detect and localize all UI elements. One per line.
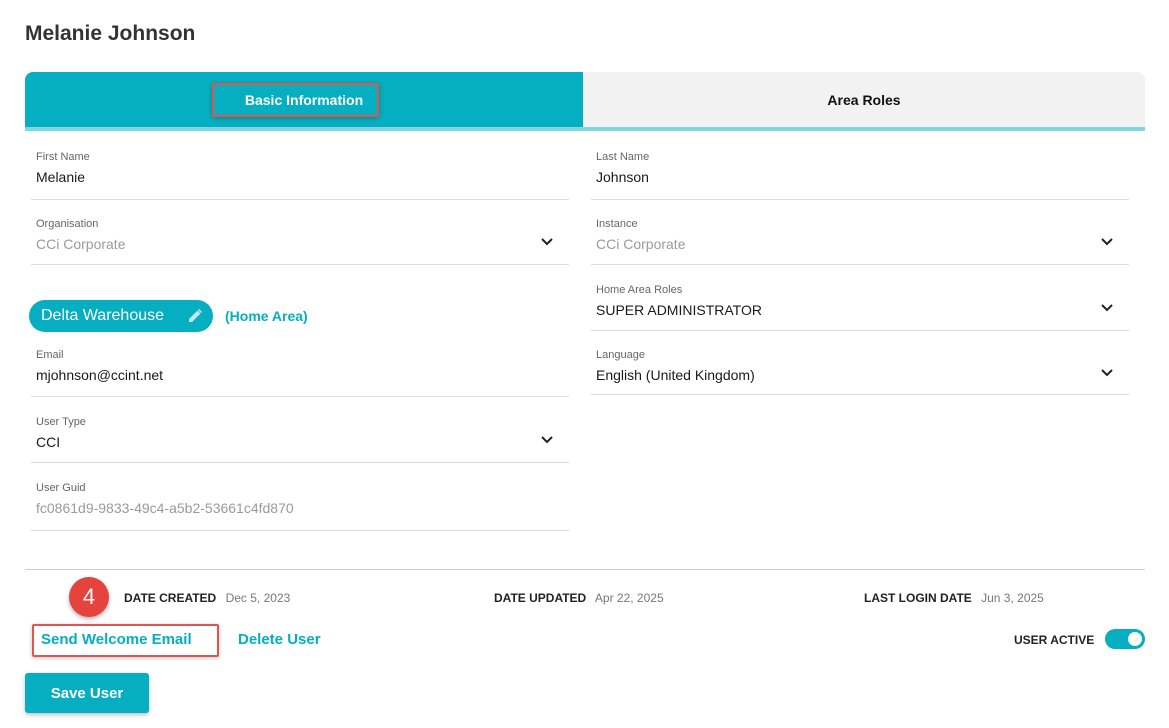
- section-divider: [25, 569, 1145, 570]
- organisation-select[interactable]: Organisation CCi Corporate: [31, 218, 569, 265]
- email-field[interactable]: Email mjohnson@ccint.net: [31, 349, 569, 397]
- language-label: Language: [596, 349, 645, 361]
- chevron-down-icon: [1101, 369, 1113, 379]
- email-value: mjohnson@ccint.net: [36, 367, 164, 383]
- organisation-label: Organisation: [36, 218, 99, 230]
- user-type-select[interactable]: User Type CCI: [31, 416, 569, 463]
- date-updated: DATE UPDATED Apr 22, 2025: [494, 591, 664, 605]
- last-name-field[interactable]: Last Name Johnson: [591, 151, 1129, 200]
- user-active-label: USER ACTIVE: [1014, 633, 1095, 647]
- send-welcome-email-button[interactable]: Send Welcome Email: [41, 631, 192, 648]
- tab-bar: Basic Information Area Roles: [25, 72, 1145, 131]
- home-area-label: (Home Area): [225, 308, 308, 324]
- save-user-button[interactable]: Save User: [25, 673, 149, 713]
- page-title: Melanie Johnson: [25, 22, 196, 45]
- user-type-label: User Type: [36, 416, 86, 428]
- chevron-down-icon: [1101, 238, 1113, 248]
- tab-basic-information[interactable]: Basic Information: [25, 72, 583, 127]
- tab-area-roles[interactable]: Area Roles: [583, 72, 1145, 127]
- chevron-down-icon: [1101, 304, 1113, 314]
- first-name-field[interactable]: First Name Melanie: [31, 151, 569, 200]
- area-chip-label: Delta Warehouse: [41, 307, 165, 324]
- last-login-label: LAST LOGIN DATE: [864, 591, 972, 605]
- date-created-value: Dec 5, 2023: [225, 591, 291, 605]
- pencil-icon[interactable]: [187, 308, 203, 324]
- last-login-value: Jun 3, 2025: [981, 591, 1044, 605]
- chevron-down-icon: [541, 436, 553, 446]
- user-type-value: CCI: [36, 434, 61, 450]
- email-label: Email: [36, 349, 64, 361]
- user-active-toggle[interactable]: [1105, 629, 1145, 649]
- toggle-knob: [1128, 632, 1142, 646]
- last-name-value: Johnson: [596, 169, 649, 185]
- date-created-label: DATE CREATED: [124, 591, 217, 605]
- first-name-label: First Name: [36, 151, 90, 163]
- user-guid-field: User Guid fc0861d9-9833-49c4-a5b2-53661c…: [31, 482, 569, 531]
- last-login-date: LAST LOGIN DATE Jun 3, 2025: [864, 591, 1044, 605]
- language-value: English (United Kingdom): [596, 367, 755, 383]
- instance-label: Instance: [596, 218, 638, 230]
- instance-value: CCi Corporate: [596, 236, 686, 252]
- organisation-value: CCi Corporate: [36, 236, 126, 252]
- tab-underline: [25, 127, 1145, 131]
- last-name-label: Last Name: [596, 151, 650, 163]
- user-guid-value: fc0861d9-9833-49c4-a5b2-53661c4fd870: [36, 500, 294, 516]
- chevron-down-icon: [541, 238, 553, 248]
- date-updated-value: Apr 22, 2025: [594, 591, 664, 605]
- home-area-roles-select[interactable]: Home Area Roles SUPER ADMINISTRATOR: [591, 284, 1129, 331]
- step-badge: 4: [69, 577, 109, 617]
- language-select[interactable]: Language English (United Kingdom): [591, 349, 1129, 395]
- first-name-value: Melanie: [36, 169, 86, 185]
- date-updated-label: DATE UPDATED: [494, 591, 587, 605]
- date-created: DATE CREATED Dec 5, 2023: [124, 591, 290, 605]
- instance-select[interactable]: Instance CCi Corporate: [591, 218, 1129, 265]
- user-guid-label: User Guid: [36, 482, 86, 494]
- home-area-roles-value: SUPER ADMINISTRATOR: [596, 302, 762, 318]
- area-chip-delta-warehouse[interactable]: Delta Warehouse: [29, 300, 213, 332]
- home-area-roles-label: Home Area Roles: [596, 284, 683, 296]
- delete-user-button[interactable]: Delete User: [238, 631, 321, 648]
